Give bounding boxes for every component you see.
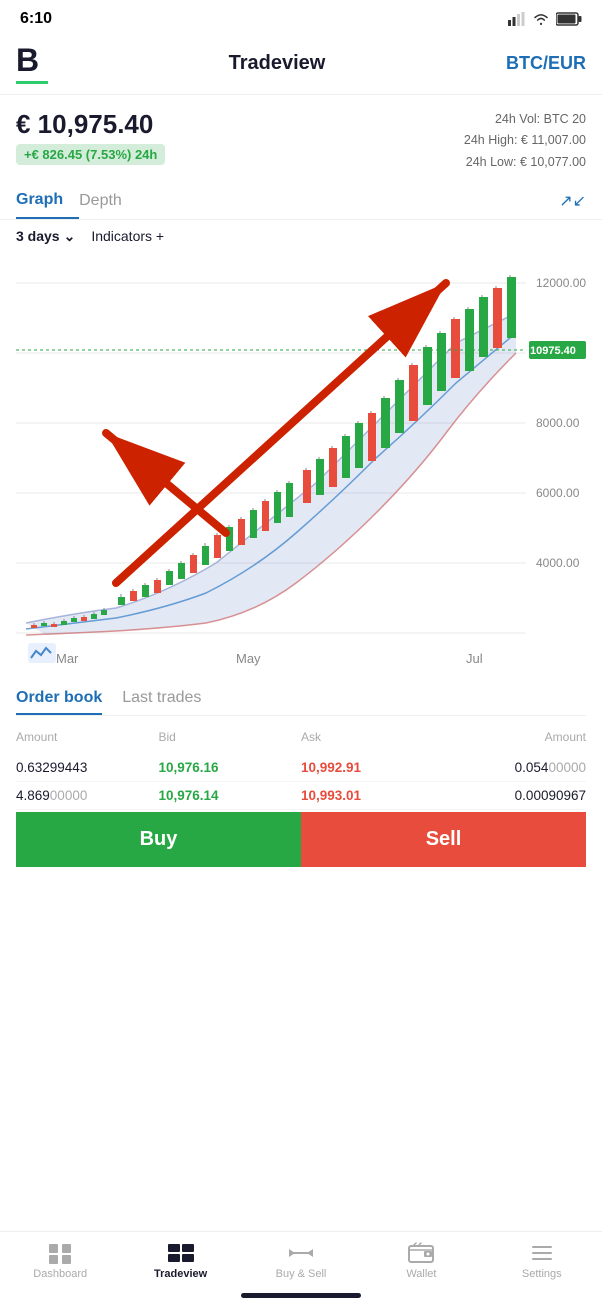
wallet-icon [408, 1242, 434, 1264]
tab-last-trades[interactable]: Last trades [122, 683, 201, 715]
nav-tradeview-label: Tradeview [154, 1268, 207, 1280]
buy-button[interactable]: Buy [16, 812, 301, 867]
nav-settings-label: Settings [522, 1268, 562, 1280]
price-left: € 10,975.40 +€ 826.45 (7.53%) 24h [16, 109, 165, 165]
timeframe-selector[interactable]: 3 days ⌄ [16, 228, 75, 245]
home-indicator [241, 1293, 361, 1298]
amount-right-1: 0.05400000 [444, 760, 587, 775]
main-price: € 10,975.40 [16, 109, 165, 140]
nav-wallet[interactable]: Wallet [361, 1242, 481, 1280]
nav-wallet-label: Wallet [406, 1268, 436, 1280]
action-buttons: Buy Sell [16, 812, 586, 867]
nav-dashboard[interactable]: Dashboard [0, 1242, 120, 1280]
price-section: € 10,975.40 +€ 826.45 (7.53%) 24h 24h Vo… [0, 95, 602, 183]
ask-1: 10,992.91 [301, 760, 444, 775]
amount-left-1: 0.63299443 [16, 760, 159, 775]
expand-icon[interactable]: ↗↙ [559, 191, 586, 211]
volume-24h: 24h Vol: BTC 20 [464, 109, 586, 130]
trading-pair[interactable]: BTC/EUR [506, 53, 586, 74]
bid-2: 10,976.14 [159, 788, 302, 803]
svg-text:8000.00: 8000.00 [536, 416, 580, 430]
orderbook-header: Amount Bid Ask Amount [16, 726, 586, 748]
chart-controls: 3 days ⌄ Indicators + [0, 220, 602, 253]
chevron-down-icon: ⌄ [64, 228, 76, 245]
svg-text:4000.00: 4000.00 [536, 556, 580, 570]
svg-text:Jul: Jul [466, 651, 483, 666]
svg-text:12000.00: 12000.00 [536, 276, 586, 290]
chart-tabs: Graph Depth ↗↙ [0, 183, 602, 220]
price-change: +€ 826.45 (7.53%) 24h [16, 144, 165, 165]
settings-icon [530, 1242, 554, 1264]
logo: B [16, 42, 48, 84]
wifi-icon [532, 12, 550, 26]
col-amount-left: Amount [16, 730, 159, 744]
nav-dashboard-label: Dashboard [33, 1268, 87, 1280]
candlestick-chart: 12000.00 10000.00 8000.00 6000.00 4000.0… [16, 253, 586, 673]
tab-order-book[interactable]: Order book [16, 683, 102, 715]
sell-button[interactable]: Sell [301, 812, 586, 867]
page-title: Tradeview [229, 52, 326, 75]
svg-text:10975.40: 10975.40 [530, 345, 576, 357]
ask-2: 10,993.01 [301, 788, 444, 803]
high-24h: 24h High: € 11,007.00 [464, 130, 586, 151]
nav-buysell[interactable]: Buy & Sell [241, 1242, 361, 1280]
nav-settings[interactable]: Settings [482, 1242, 602, 1280]
col-amount-right: Amount [444, 730, 587, 744]
amount-left-2: 4.86900000 [16, 788, 159, 803]
low-24h: 24h Low: € 10,077.00 [464, 152, 586, 173]
svg-text:6000.00: 6000.00 [536, 486, 580, 500]
status-icons [508, 12, 582, 26]
col-ask: Ask [301, 730, 444, 744]
price-stats: 24h Vol: BTC 20 24h High: € 11,007.00 24… [464, 109, 586, 173]
tradeview-icon [167, 1242, 195, 1264]
nav-buysell-label: Buy & Sell [276, 1268, 327, 1280]
nav-tradeview[interactable]: Tradeview [120, 1242, 240, 1280]
col-bid: Bid [159, 730, 302, 744]
tab-depth[interactable]: Depth [79, 184, 138, 218]
tab-graph[interactable]: Graph [16, 183, 79, 219]
price-chart[interactable]: 12000.00 10000.00 8000.00 6000.00 4000.0… [16, 253, 586, 673]
orderbook-row: 0.63299443 10,976.16 10,992.91 0.0540000… [16, 754, 586, 782]
battery-icon [556, 12, 582, 26]
dashboard-icon [47, 1242, 73, 1264]
app-header: B Tradeview BTC/EUR [0, 34, 602, 95]
orderbook-row: 4.86900000 10,976.14 10,993.01 0.0009096… [16, 782, 586, 810]
bid-1: 10,976.16 [159, 760, 302, 775]
orderbook-section: Order book Last trades Amount Bid Ask Am… [0, 673, 602, 867]
buysell-icon [287, 1242, 315, 1264]
svg-text:May: May [236, 651, 261, 666]
status-time: 6:10 [20, 10, 52, 28]
signal-icon [508, 12, 526, 26]
orderbook-tabs: Order book Last trades [16, 683, 586, 716]
svg-text:Mar: Mar [56, 651, 79, 666]
amount-right-2: 0.00090967 [444, 788, 587, 803]
logo-underline [16, 81, 48, 84]
status-bar: 6:10 [0, 0, 602, 34]
indicators-button[interactable]: Indicators + [91, 228, 164, 244]
